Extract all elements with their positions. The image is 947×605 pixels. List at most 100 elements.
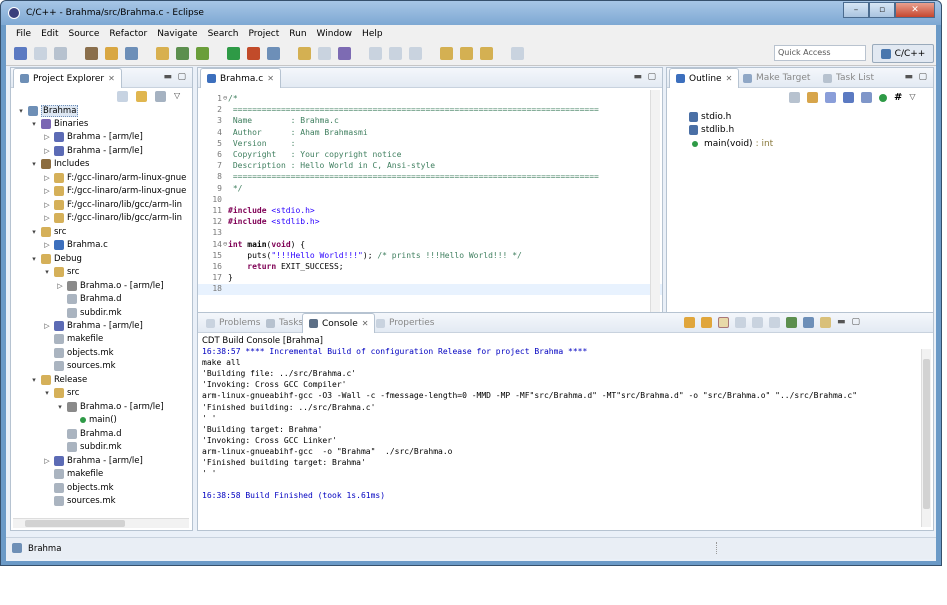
tab-problems[interactable]: Problems xyxy=(200,313,266,333)
open-type-icon[interactable] xyxy=(267,47,280,60)
prev-annotation-icon[interactable] xyxy=(409,47,422,60)
expand-arrow-icon[interactable]: ▷ xyxy=(43,201,51,209)
expand-arrow-icon[interactable]: ▷ xyxy=(43,133,51,141)
close-tab-icon[interactable]: ✕ xyxy=(108,74,115,83)
menu-file[interactable]: File xyxy=(11,29,36,39)
next-annotation-icon[interactable] xyxy=(389,47,402,60)
build-icon[interactable] xyxy=(85,47,98,60)
view-menu-icon[interactable]: ▽ xyxy=(174,91,180,102)
tree-item[interactable]: Brahma.d xyxy=(56,293,122,306)
tree-item[interactable]: objects.mk xyxy=(43,346,114,359)
scroll-lock-icon[interactable] xyxy=(718,317,729,328)
expand-arrow-icon[interactable]: ▾ xyxy=(30,376,38,384)
tree-item[interactable]: ▾ Release xyxy=(30,373,87,386)
tab-brahma-c[interactable]: Brahma.c ✕ xyxy=(200,68,281,88)
print-icon[interactable] xyxy=(54,47,67,60)
editor-vertical-scrollbar[interactable] xyxy=(650,90,660,320)
new-class-icon[interactable] xyxy=(176,47,189,60)
expand-arrow-icon[interactable]: ▷ xyxy=(43,322,51,330)
tree-item[interactable]: ▷ Brahma.c xyxy=(43,239,108,252)
tree-item[interactable]: ▾ src xyxy=(30,225,66,238)
tree-item[interactable]: ▾ src xyxy=(43,387,79,400)
tree-item[interactable]: makefile xyxy=(43,468,103,481)
tree-item[interactable]: ▷ F:/gcc-linaro/arm-linux-gnue xyxy=(43,185,186,198)
expand-arrow-icon[interactable]: ▷ xyxy=(43,241,51,249)
tree-item[interactable]: sources.mk xyxy=(43,495,116,508)
outline-item[interactable]: stdlib.h xyxy=(689,124,734,137)
outline-item[interactable]: stdio.h xyxy=(689,110,731,123)
tab-task-list[interactable]: Task List xyxy=(817,68,880,88)
menu-refactor[interactable]: Refactor xyxy=(104,29,152,39)
tree-item[interactable]: makefile xyxy=(43,333,103,346)
menu-search[interactable]: Search xyxy=(203,29,244,39)
toggle-icon[interactable] xyxy=(511,47,524,60)
maximize-button[interactable]: ▫ xyxy=(869,2,895,18)
tree-item[interactable]: ▷ Brahma - [arm/le] xyxy=(43,320,143,333)
expand-arrow-icon[interactable]: ▾ xyxy=(56,403,64,411)
run-icon[interactable] xyxy=(227,47,240,60)
copy-icon[interactable] xyxy=(735,317,746,328)
tree-item[interactable]: subdir.mk xyxy=(56,441,122,454)
tree-horizontal-scrollbar[interactable] xyxy=(13,518,189,528)
menu-source[interactable]: Source xyxy=(64,29,105,39)
close-tab-icon[interactable]: ✕ xyxy=(362,319,369,328)
search-icon[interactable] xyxy=(298,47,311,60)
tree-item[interactable]: ▷ F:/gcc-linaro/lib/gcc/arm-lin xyxy=(43,198,182,211)
minimize-view-icon[interactable]: ▬ xyxy=(163,72,172,82)
open-console-icon[interactable] xyxy=(820,317,831,328)
tree-item[interactable]: ▷ F:/gcc-linaro/lib/gcc/arm-lin xyxy=(43,212,182,225)
tree-item[interactable]: ▾ Includes xyxy=(30,158,89,171)
back-icon[interactable] xyxy=(440,47,453,60)
menu-run[interactable]: Run xyxy=(284,29,311,39)
paste-icon[interactable] xyxy=(752,317,763,328)
fold-icon[interactable]: ⊖ xyxy=(223,240,227,248)
minimize-view-icon[interactable]: ▬ xyxy=(837,317,846,328)
tree-item[interactable]: Brahma.d xyxy=(56,427,122,440)
expand-arrow-icon[interactable]: ▷ xyxy=(43,147,51,155)
pin-console-icon[interactable] xyxy=(786,317,797,328)
fold-icon[interactable]: ⊖ xyxy=(223,94,227,102)
tree-item[interactable]: ▾ Brahma xyxy=(17,104,79,117)
expand-arrow-icon[interactable]: ▾ xyxy=(30,120,38,128)
menu-edit[interactable]: Edit xyxy=(36,29,63,39)
collapse-all-icon[interactable] xyxy=(117,91,128,102)
menu-navigate[interactable]: Navigate xyxy=(152,29,202,39)
filter-icon[interactable] xyxy=(155,91,166,102)
pin-icon[interactable] xyxy=(318,47,331,60)
expand-arrow-icon[interactable]: ▾ xyxy=(30,228,38,236)
hide-fields-icon[interactable] xyxy=(789,92,800,103)
tree-item[interactable]: ▷ F:/gcc-linaro/arm-linux-gnue xyxy=(43,171,186,184)
tree-item[interactable]: subdir.mk xyxy=(56,306,122,319)
hide-nonpublic-icon[interactable] xyxy=(861,92,872,103)
menu-project[interactable]: Project xyxy=(243,29,284,39)
debug-icon[interactable] xyxy=(196,47,209,60)
annotation-icon[interactable] xyxy=(369,47,382,60)
clear-console-icon[interactable] xyxy=(769,317,780,328)
new-project-icon[interactable] xyxy=(125,47,138,60)
expand-arrow-icon[interactable]: ▾ xyxy=(30,160,38,168)
tree-item[interactable]: ▷ Brahma - [arm/le] xyxy=(43,144,143,157)
expand-arrow-icon[interactable]: ▷ xyxy=(43,457,51,465)
close-tab-icon[interactable]: ✕ xyxy=(726,74,733,83)
tree-item[interactable]: ▾ Brahma.o - [arm/le] xyxy=(56,400,164,413)
new-icon[interactable] xyxy=(14,47,27,60)
expand-arrow-icon[interactable]: ▾ xyxy=(43,268,51,276)
tree-item[interactable]: ▷ Brahma - [arm/le] xyxy=(43,131,143,144)
tab-outline[interactable]: Outline ✕ xyxy=(669,68,740,88)
hide-members-icon[interactable] xyxy=(879,94,887,102)
tab-make-target[interactable]: Make Target xyxy=(737,68,816,88)
maximize-editor-icon[interactable]: ▢ xyxy=(647,72,656,82)
menu-window[interactable]: Window xyxy=(312,29,358,39)
tree-item[interactable]: ▾ Binaries xyxy=(30,117,88,130)
tree-item[interactable]: ▷ Brahma - [arm/le] xyxy=(43,454,143,467)
external-tools-icon[interactable] xyxy=(247,47,260,60)
view-menu-icon[interactable]: ▽ xyxy=(909,92,915,103)
expand-arrow-icon[interactable]: ▷ xyxy=(43,174,51,182)
build-all-icon[interactable] xyxy=(105,47,118,60)
console-vertical-scrollbar[interactable] xyxy=(921,349,931,527)
tree-item[interactable]: sources.mk xyxy=(43,360,116,373)
mark-occurrences-icon[interactable] xyxy=(338,47,351,60)
save-icon[interactable] xyxy=(34,47,47,60)
minimize-editor-icon[interactable]: ▬ xyxy=(633,72,642,82)
hash-icon[interactable]: # xyxy=(894,92,902,103)
